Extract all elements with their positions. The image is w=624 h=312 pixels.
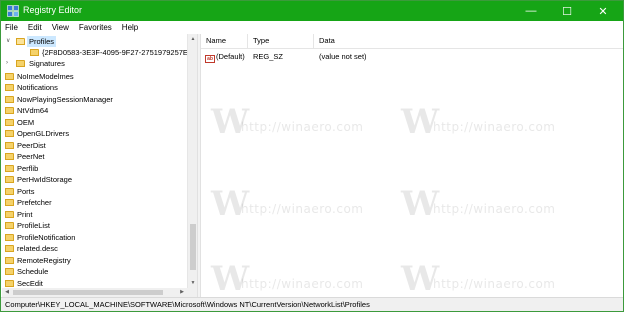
tree-item-label: PeerDist	[17, 141, 46, 150]
tree-item-label: ProfileNotification	[17, 233, 76, 242]
menu-help[interactable]: Help	[117, 21, 143, 34]
tree-item-label: PeerNet	[17, 152, 45, 161]
tree-item-label: {2F8D0583-3E3F-4095-9F27-2751979257E6}	[42, 48, 195, 57]
folder-icon	[5, 188, 14, 195]
scrollbar-thumb[interactable]	[190, 224, 196, 270]
folder-icon	[5, 84, 14, 91]
scrollbar-corner	[187, 288, 197, 297]
tree-item-label: RemoteRegistry	[17, 256, 71, 265]
watermark-text: http://winaero.com	[433, 120, 556, 134]
tree-item-label: Ports	[17, 187, 35, 196]
list-header: Name Type Data	[201, 34, 623, 49]
chevron-down-icon[interactable]: ∨	[6, 36, 10, 47]
folder-icon	[5, 199, 14, 206]
tree-item-label: Prefetcher	[17, 198, 52, 207]
value-row[interactable]: ab (Default) REG_SZ (value not set)	[201, 51, 623, 63]
watermark-logo: W	[401, 102, 440, 142]
maximize-button[interactable]: ☐	[549, 1, 585, 21]
folder-icon	[5, 257, 14, 264]
watermark-logo: W	[211, 259, 250, 297]
value-data: (value not set)	[319, 52, 367, 61]
registry-editor-window: Registry Editor — ☐ ✕ File Edit View Fav…	[0, 0, 624, 312]
folder-icon	[5, 234, 14, 241]
status-bar: Computer\HKEY_LOCAL_MACHINE\SOFTWARE\Mic…	[1, 297, 623, 311]
folder-open-icon	[16, 38, 25, 45]
column-header-name[interactable]: Name	[201, 34, 248, 48]
tree-item-label: Notifications	[17, 83, 58, 92]
scroll-right-arrow-icon[interactable]: ▶	[177, 288, 187, 297]
folder-icon	[5, 280, 14, 287]
folder-icon	[5, 222, 14, 229]
folder-icon	[5, 245, 14, 252]
tree-item-label: Schedule	[17, 267, 49, 276]
watermark-text: http://winaero.com	[433, 277, 556, 291]
window-title: Registry Editor	[23, 5, 83, 15]
folder-icon	[30, 49, 39, 56]
folder-icon	[5, 119, 14, 126]
watermark-logo: W	[401, 259, 440, 297]
folder-icon	[5, 73, 14, 80]
folder-icon	[5, 130, 14, 137]
column-header-data[interactable]: Data	[314, 34, 434, 48]
watermark-logo: W	[211, 102, 250, 142]
menu-bar: File Edit View Favorites Help	[1, 21, 623, 34]
tree-item-label: ProfileList	[17, 221, 50, 230]
folder-icon	[5, 153, 14, 160]
folder-icon	[5, 96, 14, 103]
tree-item-label: PerHwIdStorage	[17, 175, 73, 184]
watermark-logo: W	[211, 184, 250, 224]
tree-item-label: Print	[17, 210, 33, 219]
tree-item-label: NowPlayingSessionManager	[17, 95, 113, 104]
folder-icon	[5, 142, 14, 149]
watermark-text: http://winaero.com	[241, 120, 364, 134]
tree-item-label: Perflib	[17, 164, 39, 173]
watermark-text: http://winaero.com	[241, 202, 364, 216]
folder-icon	[5, 176, 14, 183]
chevron-right-icon[interactable]: ›	[6, 58, 8, 69]
registry-icon	[7, 5, 19, 17]
tree-item-label: Profiles	[27, 36, 57, 47]
column-header-type[interactable]: Type	[248, 34, 314, 48]
tree-item-label: Signatures	[29, 59, 65, 68]
key-path: Computer\HKEY_LOCAL_MACHINE\SOFTWARE\Mic…	[5, 300, 370, 309]
tree-item-label: NoImeModelmes	[17, 72, 74, 81]
tree-item-label: related.desc	[17, 244, 58, 253]
maximize-icon: ☐	[562, 5, 572, 18]
minimize-button[interactable]: —	[513, 1, 549, 21]
scrollbar-thumb[interactable]	[13, 290, 163, 295]
watermark-text: http://winaero.com	[241, 277, 364, 291]
close-button[interactable]: ✕	[585, 1, 621, 21]
value-name: (Default)	[216, 52, 245, 61]
folder-icon	[5, 165, 14, 172]
menu-view[interactable]: View	[47, 21, 74, 34]
value-name-cell: ab (Default)	[205, 51, 245, 63]
title-bar[interactable]: Registry Editor — ☐ ✕	[1, 1, 623, 21]
tree-item-label: NtVdm64	[17, 106, 49, 115]
values-list: W http://winaero.com W http://winaero.co…	[201, 34, 623, 297]
tree-horizontal-scrollbar[interactable]: ◀ ▶	[2, 288, 197, 297]
folder-icon	[5, 211, 14, 218]
scroll-left-arrow-icon[interactable]: ◀	[2, 288, 12, 297]
watermark-logo: W	[401, 184, 440, 224]
watermark-text: http://winaero.com	[433, 202, 556, 216]
folder-icon	[5, 268, 14, 275]
folder-icon	[5, 107, 14, 114]
menu-edit[interactable]: Edit	[23, 21, 47, 34]
tree-item-label: OEM	[17, 118, 35, 127]
tree-item-label: OpenGLDrivers	[17, 129, 70, 138]
string-value-icon: ab	[205, 55, 215, 63]
value-type: REG_SZ	[253, 52, 284, 61]
folder-icon	[16, 60, 25, 67]
key-tree: ∨ Profiles {2F8D0583-3E3F-4095-9F27-2751…	[2, 34, 196, 296]
minimize-icon: —	[525, 5, 537, 17]
menu-favorites[interactable]: Favorites	[74, 21, 117, 34]
menu-file[interactable]: File	[1, 21, 23, 34]
close-icon: ✕	[598, 5, 608, 18]
